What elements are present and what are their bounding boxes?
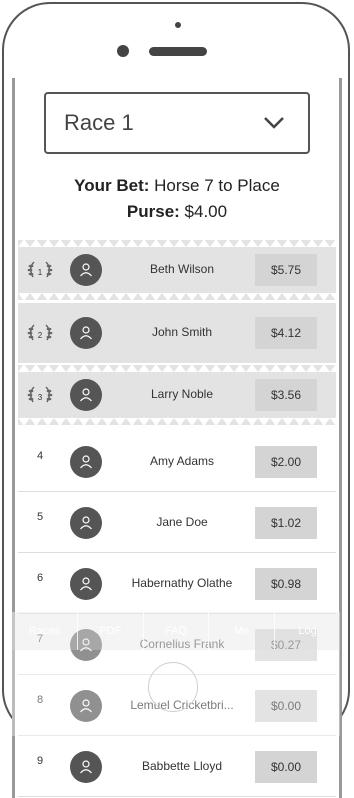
avatar <box>70 507 102 539</box>
avatar <box>70 446 102 478</box>
user-icon <box>80 388 92 402</box>
purse-value: $4.00 <box>179 202 228 221</box>
player-name: Habernathy Olathe <box>131 576 233 590</box>
rank-number: 3 <box>38 393 43 402</box>
nav-item-races[interactable]: Races <box>12 612 78 650</box>
speaker-bar <box>149 47 207 56</box>
nav-item-log[interactable]: Log <box>275 612 340 650</box>
home-button[interactable] <box>148 662 198 712</box>
zigzag-edge <box>18 293 336 301</box>
result-row[interactable]: 5 Jane Doe $1.02 <box>18 493 336 553</box>
payout-amount: $0.98 <box>255 568 317 600</box>
zigzag-edge <box>18 418 336 426</box>
rank-number: 5 <box>36 511 44 523</box>
payout-amount: $0.00 <box>255 751 317 783</box>
payout-amount: $3.56 <box>255 379 317 411</box>
user-icon <box>80 760 92 774</box>
result-row[interactable]: 6 Habernathy Olathe $0.98 <box>18 554 336 614</box>
zigzag-edge <box>18 239 336 247</box>
zigzag-edge <box>18 364 336 372</box>
purse-info: Purse: $4.00 <box>15 202 339 222</box>
laurel-icon: 3 <box>27 386 53 403</box>
avatar <box>70 379 102 411</box>
user-icon <box>80 263 92 277</box>
purse-label: Purse: <box>126 202 180 221</box>
nav-item-me[interactable]: Me <box>209 612 276 650</box>
payout-amount: $2.00 <box>255 446 317 478</box>
avatar <box>70 568 102 600</box>
result-row[interactable]: 9 Babbette Lloyd $0.00 <box>18 737 336 797</box>
race-selector[interactable]: Race 1 <box>44 92 310 154</box>
player-name: Jane Doe <box>156 515 208 529</box>
race-selector-value: Race 1 <box>64 110 134 135</box>
player-name: Beth Wilson <box>149 262 215 276</box>
result-row[interactable]: 2 John Smith $4.12 <box>18 303 336 363</box>
camera-icon <box>117 45 129 57</box>
rank-number: 4 <box>36 450 44 462</box>
player-name: Babbette Lloyd <box>141 759 223 773</box>
laurel-icon: 1 <box>27 261 53 278</box>
payout-amount: $1.02 <box>255 507 317 539</box>
chevron-down-icon <box>264 117 284 129</box>
result-row[interactable]: 1 Beth Wilson $5.75 <box>18 239 336 301</box>
user-icon <box>80 455 92 469</box>
bet-value: Horse 7 to Place <box>149 176 280 195</box>
bet-label: Your Bet: <box>74 176 150 195</box>
avatar <box>70 317 102 349</box>
laurel-icon: 2 <box>27 324 53 341</box>
user-icon <box>80 326 92 340</box>
bet-info: Your Bet: Horse 7 to Place <box>15 176 339 196</box>
avatar <box>70 751 102 783</box>
player-name: John Smith <box>151 325 213 339</box>
payout-amount: $4.12 <box>255 317 317 349</box>
player-name: Larry Noble <box>150 387 214 401</box>
speaker-dot <box>175 22 181 28</box>
user-icon <box>80 516 92 530</box>
result-row[interactable]: 4 Amy Adams $2.00 <box>18 432 336 492</box>
user-icon <box>80 577 92 591</box>
player-name: Amy Adams <box>149 454 215 468</box>
rank-number: 9 <box>36 755 44 767</box>
payout-amount: $5.75 <box>255 254 317 286</box>
nav-item-faq[interactable]: FAQ <box>144 612 210 650</box>
result-row[interactable]: 3 Larry Noble $3.56 <box>18 364 336 426</box>
rank-number: 2 <box>38 331 43 340</box>
avatar <box>70 254 102 286</box>
bottom-nav: Races PDF FAQ Me Log <box>12 612 340 650</box>
rank-number: 1 <box>38 268 43 277</box>
rank-number: 6 <box>36 572 44 584</box>
nav-item-pdf[interactable]: PDF <box>78 612 144 650</box>
